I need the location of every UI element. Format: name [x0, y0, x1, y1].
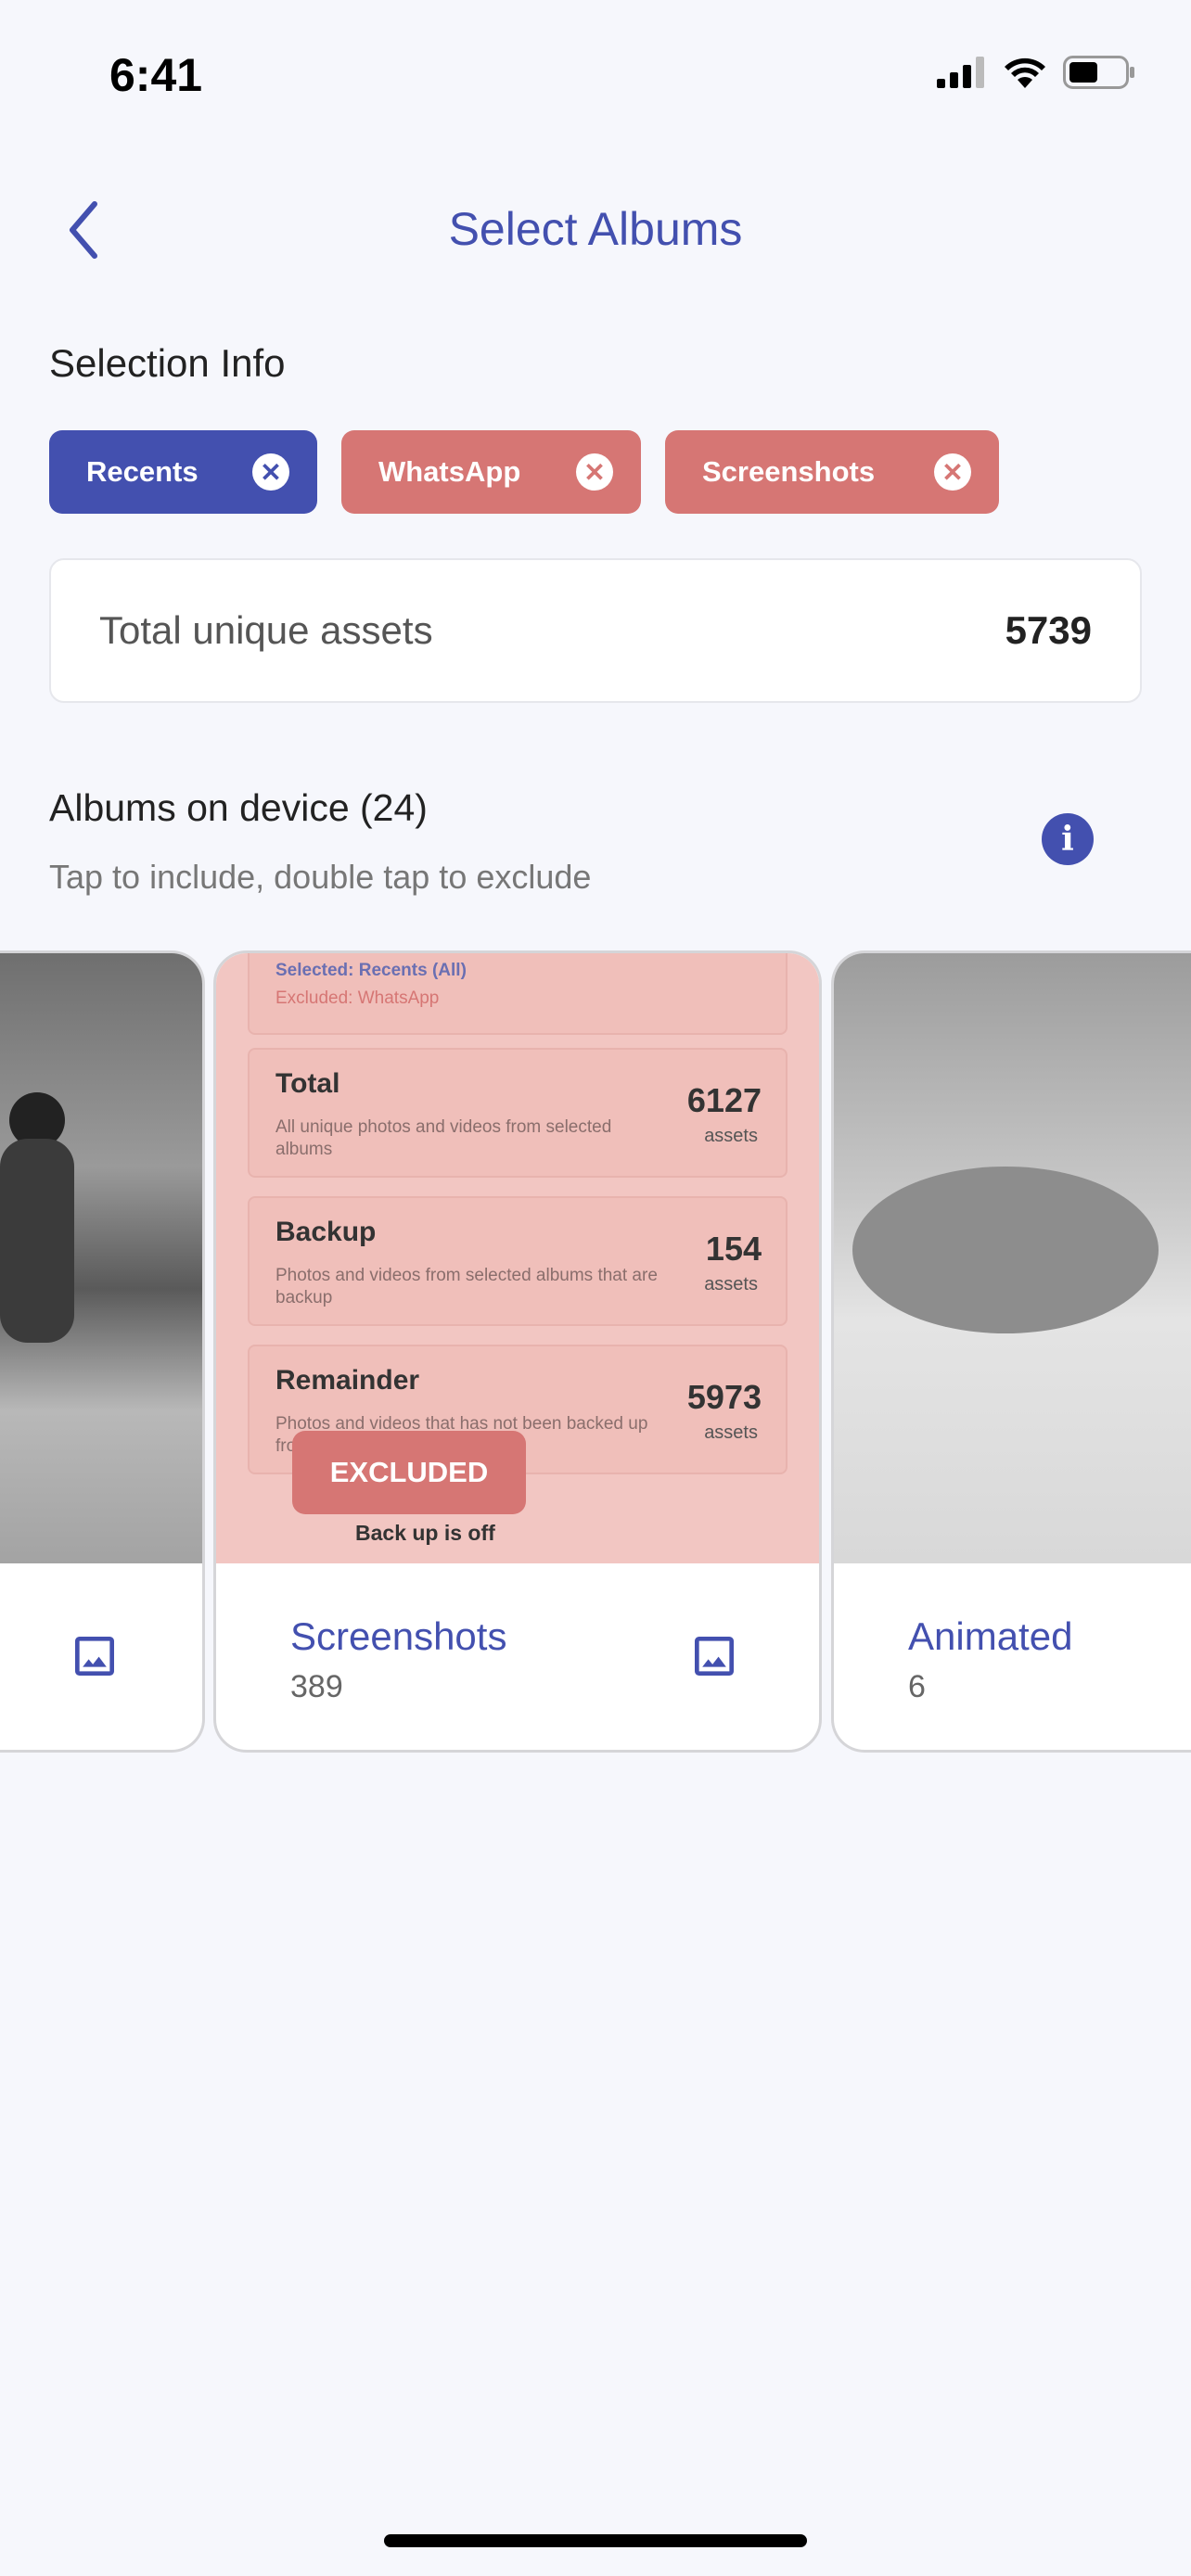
preview-selected: Selected: Recents (All) [275, 961, 467, 980]
remove-chip-icon[interactable]: ✕ [252, 453, 289, 491]
chip-screenshots[interactable]: Screenshots ✕ [665, 430, 999, 514]
album-card-animated[interactable]: Animated 6 [831, 950, 1191, 1753]
cellular-signal-icon [937, 57, 984, 88]
preview-footer: Back up is off [355, 1521, 495, 1545]
album-card-screenshots[interactable]: Selected: Recents (All) Excluded: WhatsA… [213, 950, 822, 1753]
image-icon [75, 1637, 114, 1676]
wifi-icon [1005, 57, 1045, 88]
preview-row: Backup Photos and videos from selected al… [248, 1196, 788, 1326]
status-icons [937, 56, 1135, 89]
status-time: 6:41 [109, 49, 203, 101]
album-count: 389 [290, 1669, 343, 1704]
preview-row: Total All unique photos and videos from s… [248, 1048, 788, 1178]
album-count: 6 [908, 1669, 926, 1704]
remove-chip-icon[interactable]: ✕ [576, 453, 613, 491]
album-name: Screenshots [290, 1614, 507, 1658]
chip-label: Screenshots [702, 455, 876, 488]
page-title: Select Albums [448, 203, 743, 255]
album-thumbnail [0, 953, 202, 1563]
total-assets-card: Total unique assets 5739 [49, 558, 1142, 703]
info-icon[interactable]: i [1042, 813, 1094, 865]
selection-info-heading: Selection Info [49, 341, 286, 385]
home-indicator[interactable] [384, 2534, 807, 2547]
image-icon [695, 1637, 734, 1676]
albums-heading: Albums on device (24) [49, 786, 428, 829]
album-thumbnail: Selected: Recents (All) Excluded: WhatsA… [216, 953, 819, 1563]
total-assets-value: 5739 [1005, 608, 1092, 652]
chip-label: Recents [86, 455, 198, 488]
preview-excluded: Excluded: WhatsApp [275, 988, 440, 1008]
album-card[interactable] [0, 950, 205, 1753]
chip-whatsapp[interactable]: WhatsApp ✕ [341, 430, 641, 514]
albums-subtitle: Tap to include, double tap to exclude [49, 858, 592, 896]
album-thumbnail [834, 953, 1191, 1563]
excluded-badge: EXCLUDED [292, 1431, 526, 1514]
chip-label: WhatsApp [378, 455, 521, 488]
chip-recents[interactable]: Recents ✕ [49, 430, 317, 514]
total-assets-label: Total unique assets [99, 608, 433, 652]
album-name: Animated [908, 1614, 1073, 1658]
battery-icon [1063, 56, 1134, 89]
remove-chip-icon[interactable]: ✕ [934, 453, 971, 491]
